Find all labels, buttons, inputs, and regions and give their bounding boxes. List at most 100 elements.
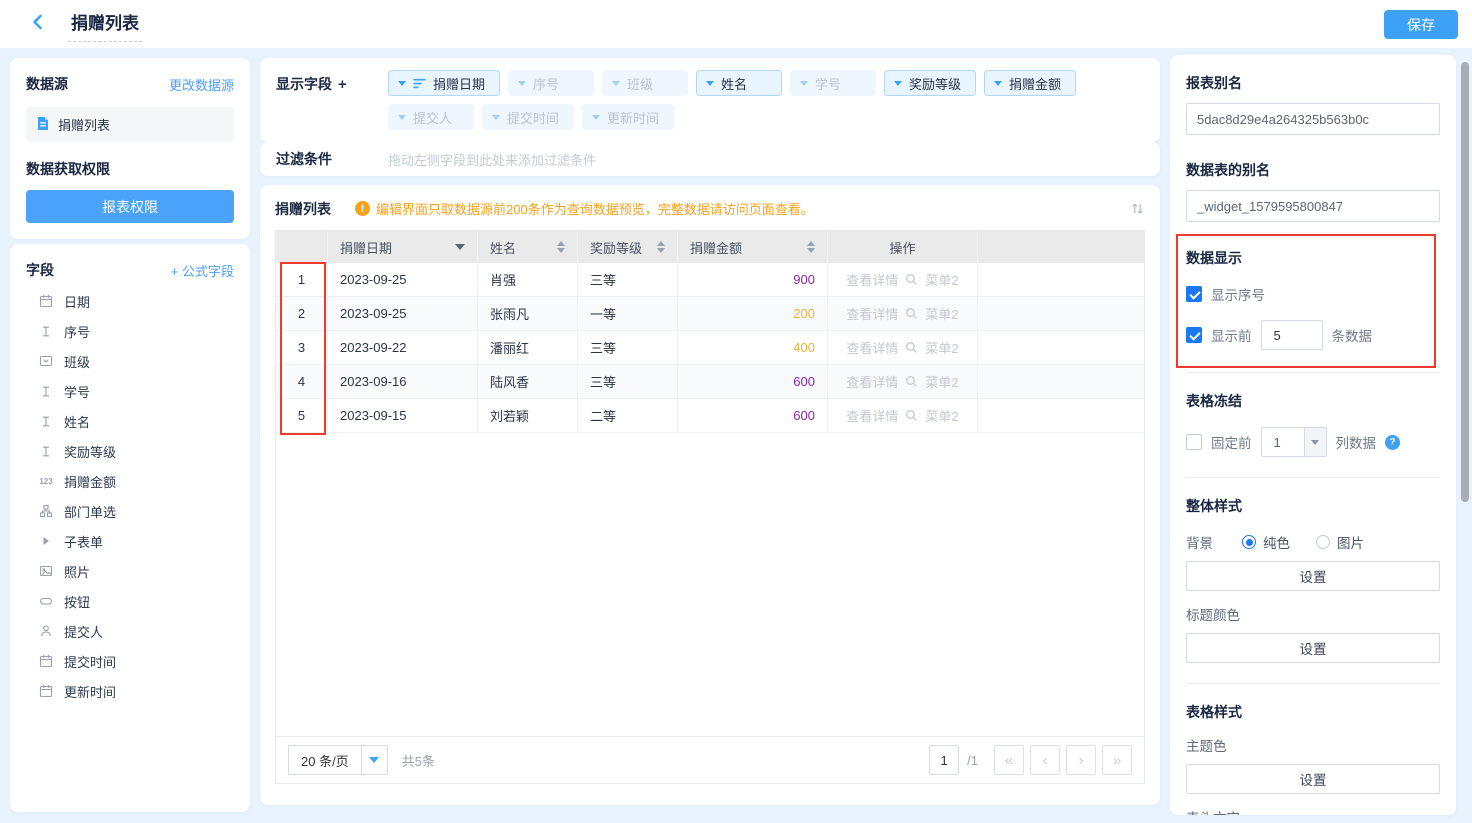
display-field-chip[interactable]: 序号 xyxy=(508,70,594,96)
view-detail-link[interactable]: 查看详情 xyxy=(846,372,898,391)
field-list-item[interactable]: 姓名 xyxy=(26,406,234,436)
solid-color-radio[interactable] xyxy=(1242,535,1256,549)
display-field-chip[interactable]: 学号 xyxy=(790,70,876,96)
display-field-chip[interactable]: 捐赠金额 xyxy=(984,70,1076,96)
field-list-item[interactable]: 序号 xyxy=(26,316,234,346)
header-date-column[interactable]: 捐赠日期 xyxy=(328,231,478,263)
row-level-cell: 三等 xyxy=(578,365,678,398)
display-field-chip[interactable]: 提交时间 xyxy=(482,104,574,130)
field-list-item[interactable]: 日期 xyxy=(26,286,234,316)
freeze-checkbox[interactable] xyxy=(1186,434,1202,450)
view-detail-link[interactable]: 查看详情 xyxy=(846,406,898,425)
view-detail-link[interactable]: 查看详情 xyxy=(846,270,898,289)
display-field-chip[interactable]: 姓名 xyxy=(696,70,782,96)
field-label: 日期 xyxy=(64,292,90,311)
save-button[interactable]: 保存 xyxy=(1384,10,1458,39)
header-level-column[interactable]: 奖励等级 xyxy=(578,231,678,263)
magnifier-icon[interactable] xyxy=(905,307,918,320)
field-list-item[interactable]: 部门单选 xyxy=(26,496,234,526)
chip-label: 提交人 xyxy=(413,108,452,127)
formula-field-label: 公式字段 xyxy=(182,264,234,279)
report-permission-button[interactable]: 报表权限 xyxy=(26,190,234,223)
row-date-cell: 2023-09-22 xyxy=(328,331,478,364)
display-field-chip[interactable]: 提交人 xyxy=(388,104,474,130)
sort-carets-icon[interactable] xyxy=(557,241,565,253)
page-number-input[interactable] xyxy=(929,745,959,775)
row-date-cell: 2023-09-25 xyxy=(328,297,478,330)
first-page-button[interactable]: « xyxy=(994,745,1024,775)
display-field-chip[interactable]: 捐赠日期 xyxy=(388,70,500,96)
field-list-item[interactable]: 按钮 xyxy=(26,586,234,616)
field-list-item[interactable]: 子表单 xyxy=(26,526,234,556)
menu2-link[interactable]: 菜单2 xyxy=(925,304,958,323)
field-list-item[interactable]: 提交时间 xyxy=(26,646,234,676)
theme-color-set-button[interactable]: 设置 xyxy=(1186,764,1440,794)
field-list-item[interactable]: 提交人 xyxy=(26,616,234,646)
chip-label: 序号 xyxy=(533,74,559,93)
page-size-caret[interactable] xyxy=(361,746,387,774)
field-list-item[interactable]: 123 捐赠金额 xyxy=(26,466,234,496)
field-list-item[interactable]: 照片 xyxy=(26,556,234,586)
header-name-column[interactable]: 姓名 xyxy=(478,231,578,263)
field-list-item[interactable]: 更新时间 xyxy=(26,676,234,706)
sort-carets-icon[interactable] xyxy=(807,241,815,253)
help-icon[interactable]: ? xyxy=(1385,435,1400,450)
view-detail-link[interactable]: 查看详情 xyxy=(846,304,898,323)
text-icon xyxy=(38,325,54,338)
magnifier-icon[interactable] xyxy=(905,341,918,354)
image-radio[interactable] xyxy=(1316,535,1330,549)
select-icon xyxy=(38,354,54,368)
change-datasource-link[interactable]: 更改数据源 xyxy=(169,75,234,94)
scrollbar[interactable] xyxy=(1461,62,1469,502)
background-set-button[interactable]: 设置 xyxy=(1186,561,1440,591)
prev-page-button[interactable]: ‹ xyxy=(1030,745,1060,775)
column-filter-caret-icon[interactable] xyxy=(455,244,465,250)
table-header-row: 捐赠日期 姓名 奖励等级 捐赠金额 操作 xyxy=(276,231,1144,263)
freeze-count-select[interactable]: 1 xyxy=(1261,427,1327,457)
last-page-button[interactable]: » xyxy=(1102,745,1132,775)
row-empty-cell xyxy=(978,399,1144,432)
row-level-cell: 三等 xyxy=(578,331,678,364)
sort-carets-icon[interactable] xyxy=(657,241,665,253)
magnifier-icon[interactable] xyxy=(905,375,918,388)
add-display-field-icon[interactable]: + xyxy=(338,76,347,93)
display-field-chip[interactable]: 更新时间 xyxy=(582,104,674,130)
back-button[interactable] xyxy=(26,12,50,36)
show-top-checkbox[interactable] xyxy=(1186,327,1202,343)
title-color-set-button[interactable]: 设置 xyxy=(1186,633,1440,663)
image-label: 图片 xyxy=(1337,532,1364,552)
report-alias-input[interactable] xyxy=(1186,103,1440,135)
person-icon xyxy=(38,624,54,638)
show-top-count-input[interactable] xyxy=(1261,320,1323,350)
theme-color-label: 主题色 xyxy=(1186,735,1440,755)
field-label: 按钮 xyxy=(64,592,90,611)
field-list-item[interactable]: 学号 xyxy=(26,376,234,406)
filter-drop-area[interactable]: 拖动左侧字段到此处来添加过滤条件 xyxy=(388,150,596,169)
display-field-chip[interactable]: 奖励等级 xyxy=(884,70,976,96)
menu2-link[interactable]: 菜单2 xyxy=(925,372,958,391)
menu2-link[interactable]: 菜单2 xyxy=(925,270,958,289)
sort-order-button[interactable] xyxy=(1130,201,1145,216)
magnifier-icon[interactable] xyxy=(905,273,918,286)
show-index-checkbox[interactable] xyxy=(1186,286,1202,302)
table-alias-input[interactable] xyxy=(1186,190,1440,222)
next-page-button[interactable]: › xyxy=(1066,745,1096,775)
title-color-label: 标题颜色 xyxy=(1186,604,1440,624)
datasource-item[interactable]: 捐赠列表 xyxy=(26,107,234,142)
chip-label: 捐赠金额 xyxy=(1009,74,1061,93)
magnifier-icon[interactable] xyxy=(905,409,918,422)
page-size-select[interactable]: 20 条/页 xyxy=(288,745,388,775)
menu2-link[interactable]: 菜单2 xyxy=(925,338,958,357)
display-field-chip[interactable]: 班级 xyxy=(602,70,688,96)
row-date-cell: 2023-09-15 xyxy=(328,399,478,432)
add-formula-field-link[interactable]: + 公式字段 xyxy=(171,261,234,280)
header-amount-column[interactable]: 捐赠金额 xyxy=(678,231,828,263)
view-detail-link[interactable]: 查看详情 xyxy=(846,338,898,357)
row-action-cell: 查看详情 菜单2 xyxy=(828,399,978,432)
menu2-link[interactable]: 菜单2 xyxy=(925,406,958,425)
freeze-select-caret[interactable] xyxy=(1304,428,1326,456)
display-fields-text: 显示字段 xyxy=(276,76,332,92)
calendar-icon xyxy=(38,294,54,308)
field-list-item[interactable]: 班级 xyxy=(26,346,234,376)
field-list-item[interactable]: 奖励等级 xyxy=(26,436,234,466)
